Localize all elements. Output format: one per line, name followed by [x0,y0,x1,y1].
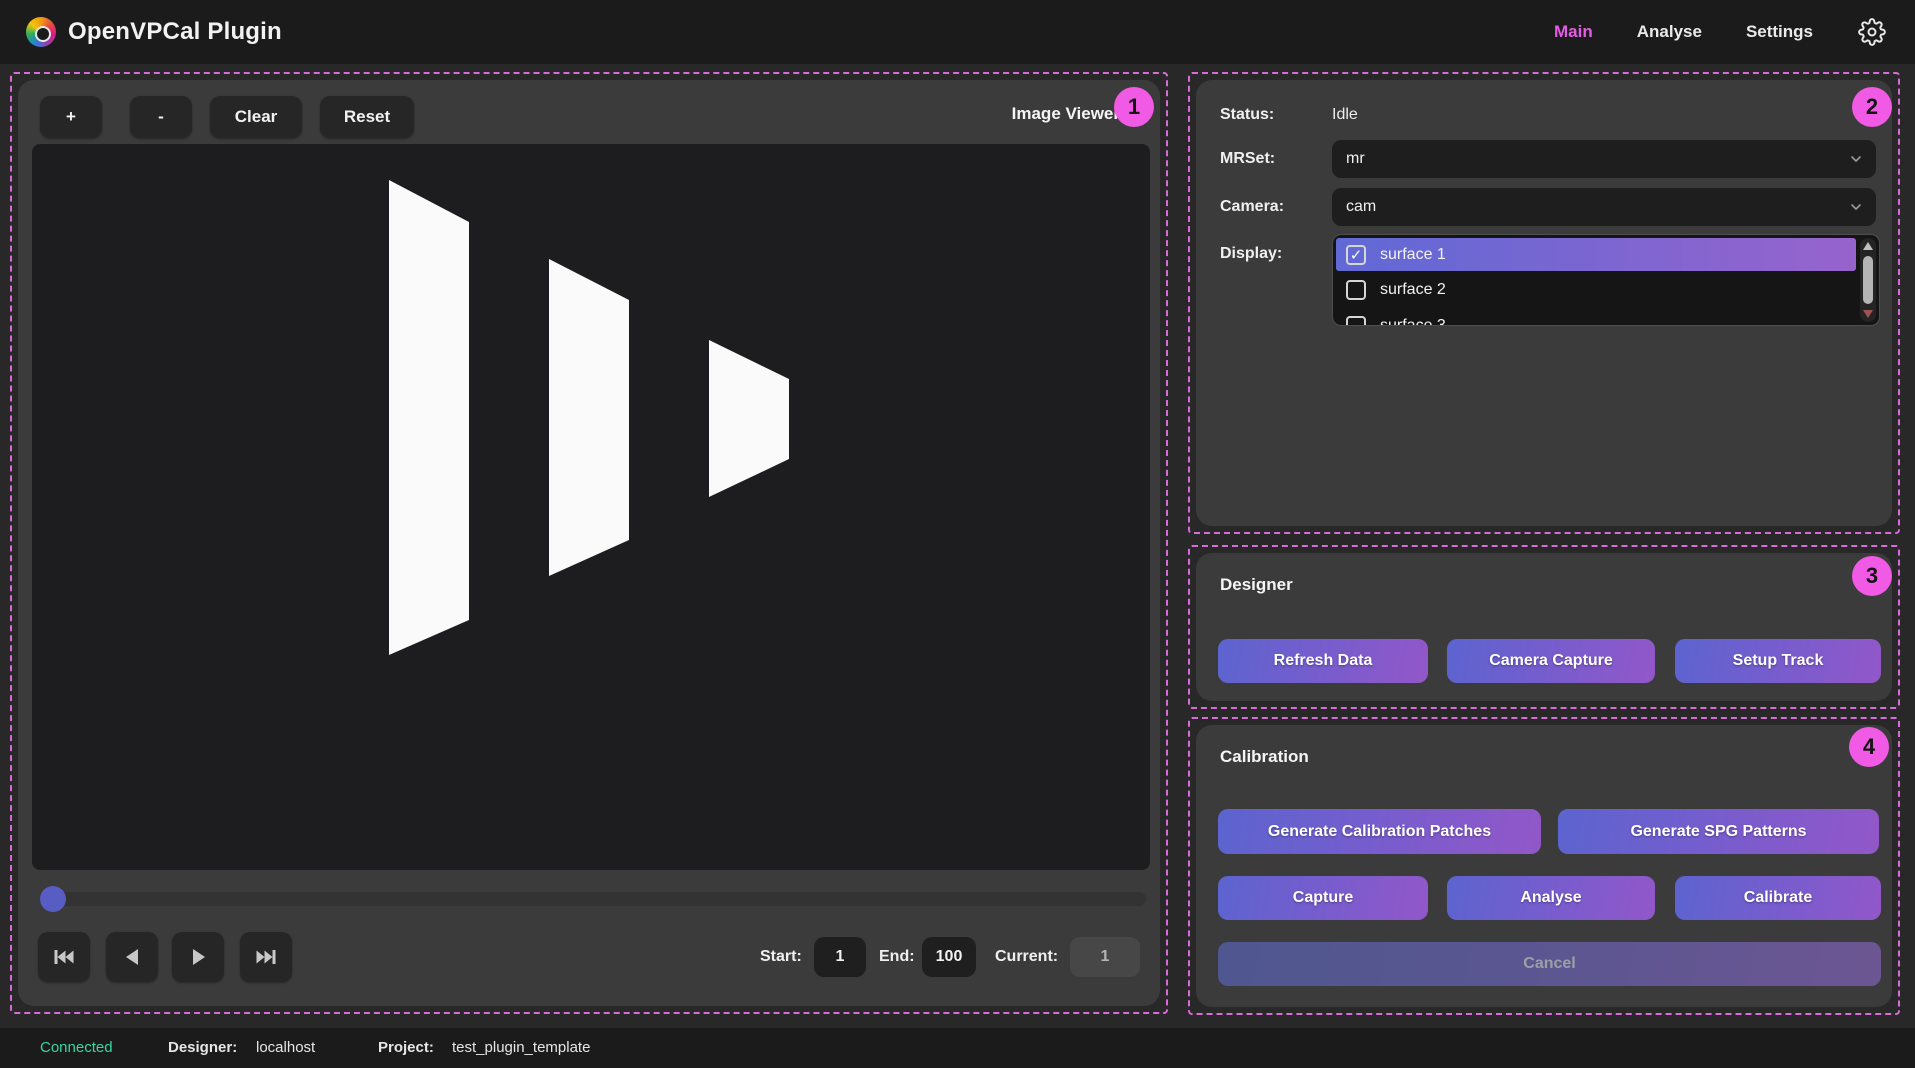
designer-panel: 3 Designer Refresh Data Camera Capture S… [1188,545,1900,709]
panel-badge-3: 3 [1852,556,1892,596]
current-frame-input[interactable] [1070,937,1140,977]
start-label: Start: [760,937,802,977]
mrset-select[interactable]: mr [1332,140,1876,178]
mrset-selected-value: mr [1346,150,1365,168]
scrollbar-thumb[interactable] [1863,256,1873,304]
checkbox-unchecked-icon[interactable] [1346,316,1366,327]
display-surface-list[interactable]: ✓ surface 1 surface 2 surface 3 [1332,234,1880,326]
list-item-label: surface 3 [1380,317,1446,327]
designer-title: Designer [1220,575,1293,595]
analyse-button[interactable]: Analyse [1447,876,1655,920]
chevron-down-icon [1848,199,1864,220]
step-back-button[interactable] [106,932,158,982]
nav-tab-main[interactable]: Main [1554,22,1593,42]
camera-selected-value: cam [1346,198,1376,216]
led-wall-preview-image [32,144,1150,870]
nav-tab-settings[interactable]: Settings [1746,22,1813,42]
play-button[interactable] [172,932,224,982]
top-bar: OpenVPCal Plugin Main Analyse Settings [0,0,1915,64]
zoom-in-button[interactable]: + [40,96,102,138]
app-window: OpenVPCal Plugin Main Analyse Settings 1… [0,0,1915,1068]
refresh-data-button[interactable]: Refresh Data [1218,639,1428,683]
list-item-surface-1[interactable]: ✓ surface 1 [1336,238,1856,271]
project-label: Project: [378,1028,434,1068]
list-item-surface-2[interactable]: surface 2 [1336,273,1856,306]
capture-button[interactable]: Capture [1218,876,1428,920]
camera-label: Camera: [1220,198,1284,216]
list-scrollbar[interactable] [1860,238,1876,322]
calibrate-button[interactable]: Calibrate [1675,876,1881,920]
chevron-down-icon [1848,151,1864,172]
camera-select[interactable]: cam [1332,188,1876,226]
app-title: OpenVPCal Plugin [68,0,282,64]
cancel-button[interactable]: Cancel [1218,942,1881,986]
designer-host-label: Designer: [168,1028,237,1068]
status-value: Idle [1332,106,1358,124]
skip-to-start-button[interactable] [38,932,90,982]
setup-track-button[interactable]: Setup Track [1675,639,1881,683]
reset-button[interactable]: Reset [320,96,414,138]
status-panel: 2 Status: Idle MRSet: mr Camera: cam Dis… [1188,72,1900,534]
image-viewer-panel: 1 + - Clear Reset Image Viewer [10,72,1168,1014]
image-viewer-canvas[interactable] [32,144,1150,870]
clear-button[interactable]: Clear [210,96,302,138]
play-icon [186,945,210,969]
current-label: Current: [995,937,1058,977]
start-frame-input[interactable] [814,937,866,977]
generate-spg-patterns-button[interactable]: Generate SPG Patterns [1558,809,1879,854]
list-item-surface-3[interactable]: surface 3 [1336,309,1856,326]
scroll-down-icon[interactable] [1863,310,1873,318]
main-nav: Main Analyse Settings [1554,0,1887,64]
scroll-up-icon[interactable] [1863,242,1873,250]
calibration-title: Calibration [1220,747,1309,767]
skip-end-icon [254,945,278,969]
end-frame-input[interactable] [922,937,976,977]
settings-gear-icon[interactable] [1857,17,1887,47]
nav-tab-analyse[interactable]: Analyse [1637,22,1702,42]
display-label: Display: [1220,245,1282,263]
timeline-slider-handle[interactable] [40,886,66,912]
generate-calibration-patches-button[interactable]: Generate Calibration Patches [1218,809,1541,854]
skip-start-icon [52,945,76,969]
panel-badge-1: 1 [1114,87,1154,127]
connection-status: Connected [40,1028,113,1068]
skip-to-end-button[interactable] [240,932,292,982]
status-label: Status: [1220,106,1274,124]
designer-host-value: localhost [256,1028,315,1068]
camera-capture-button[interactable]: Camera Capture [1447,639,1655,683]
list-item-label: surface 1 [1380,246,1446,264]
project-value: test_plugin_template [452,1028,590,1068]
timeline-slider-track[interactable] [40,892,1146,906]
zoom-out-button[interactable]: - [130,96,192,138]
calibration-panel: 4 Calibration Generate Calibration Patch… [1188,717,1900,1015]
viewer-title: Image Viewer [1012,104,1120,124]
list-item-label: surface 2 [1380,281,1446,299]
previous-frame-icon [120,945,144,969]
aperture-logo-icon [26,17,56,47]
panel-badge-2: 2 [1852,87,1892,127]
checkbox-unchecked-icon[interactable] [1346,280,1366,300]
status-bar: Connected Designer: localhost Project: t… [0,1028,1915,1068]
mrset-label: MRSet: [1220,150,1275,168]
panel-badge-4: 4 [1849,727,1889,767]
end-label: End: [879,937,915,977]
checkbox-checked-icon[interactable]: ✓ [1346,245,1366,265]
